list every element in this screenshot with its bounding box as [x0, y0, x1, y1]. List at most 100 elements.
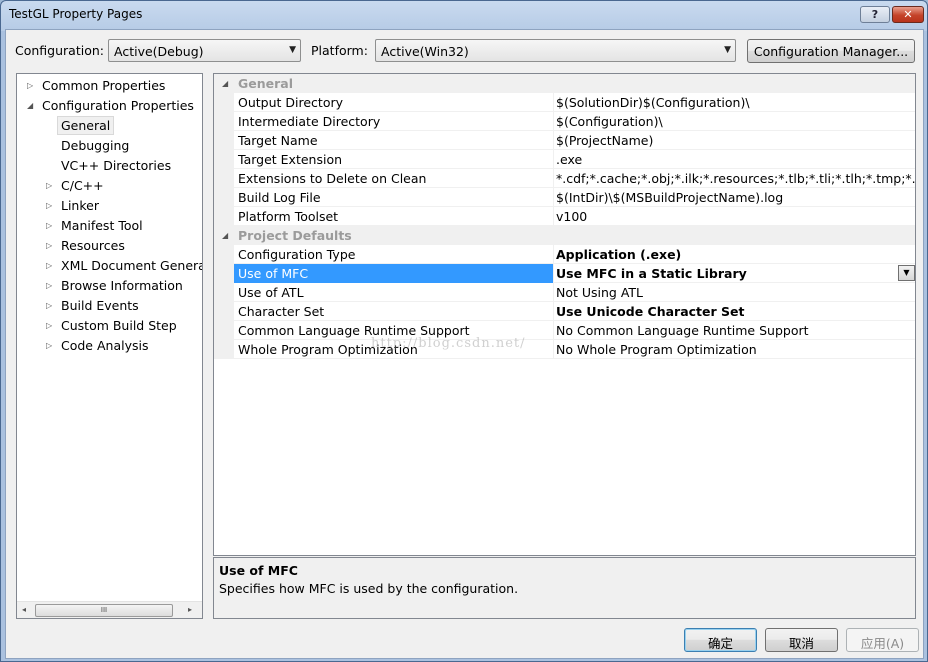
tree-item-label: XML Document Generat — [61, 258, 203, 273]
tree-item[interactable]: ▷ Custom Build Step — [46, 316, 177, 335]
scroll-right-icon[interactable]: ▸ — [188, 605, 192, 614]
tree-item[interactable]: ▷ Resources — [46, 236, 125, 255]
property-name: Character Set — [238, 304, 325, 319]
expand-icon[interactable]: ▷ — [46, 201, 52, 210]
property-name: Output Directory — [238, 95, 344, 110]
row-gutter — [214, 93, 234, 112]
property-grid[interactable]: ◢ General Output Directory $(SolutionDir)$(… — [213, 73, 916, 556]
property-value[interactable]: Application (.exe) — [556, 247, 681, 262]
tree-item-label: Debugging — [61, 138, 130, 153]
tree-item[interactable]: ▷ Code Analysis — [46, 336, 149, 355]
ok-button[interactable]: 确定 — [684, 628, 757, 652]
tree-item[interactable]: ▷ Browse Information — [46, 276, 183, 295]
property-name: Intermediate Directory — [238, 114, 381, 129]
expand-icon[interactable]: ▷ — [46, 181, 52, 190]
tree-item[interactable]: ▷ Manifest Tool — [46, 216, 143, 235]
property-row[interactable]: Whole Program Optimization No Whole Progr… — [214, 340, 915, 359]
property-value[interactable]: Not Using ATL — [556, 285, 643, 300]
tree-item-label: Code Analysis — [61, 338, 149, 353]
property-value[interactable]: No Whole Program Optimization — [556, 342, 757, 357]
expand-icon[interactable]: ▷ — [46, 341, 52, 350]
property-row[interactable]: Platform Toolset v100 — [214, 207, 915, 226]
tree-horizontal-scrollbar[interactable]: ◂ III ▸ — [17, 601, 202, 618]
property-row[interactable]: Intermediate Directory $(Configuration)\ — [214, 112, 915, 131]
property-value[interactable]: v100 — [556, 209, 587, 224]
tree-item[interactable]: Debugging — [61, 136, 129, 155]
configuration-manager-button[interactable]: Configuration Manager... — [747, 39, 915, 63]
tree-item[interactable]: ▷ Common Properties — [27, 76, 165, 95]
category-row[interactable]: ◢ General — [214, 74, 915, 93]
cancel-button[interactable]: 取消 — [765, 628, 838, 652]
row-gutter — [214, 150, 234, 169]
property-value[interactable]: .exe — [556, 152, 582, 167]
tree-item-label: C/C++ — [61, 178, 104, 193]
property-row[interactable]: Target Name $(ProjectName) — [214, 131, 915, 150]
property-name: Extensions to Delete on Clean — [238, 171, 427, 186]
scrollbar-thumb[interactable]: III — [35, 604, 173, 617]
column-separator — [553, 188, 554, 207]
title-bar[interactable]: TestGL Property Pages ? ✕ — [1, 1, 927, 29]
property-row[interactable]: Use of ATL Not Using ATL — [214, 283, 915, 302]
property-row[interactable]: Target Extension .exe — [214, 150, 915, 169]
configuration-label: Configuration: — [15, 43, 104, 58]
tree-item[interactable]: ▷ Build Events — [46, 296, 139, 315]
property-value[interactable]: $(SolutionDir)$(Configuration)\ — [556, 95, 750, 110]
collapse-icon[interactable]: ◢ — [222, 231, 228, 240]
property-value[interactable]: No Common Language Runtime Support — [556, 323, 809, 338]
tree-item[interactable]: VC++ Directories — [61, 156, 171, 175]
window-title: TestGL Property Pages — [9, 7, 143, 21]
property-name: Platform Toolset — [238, 209, 339, 224]
tree-item-label: Resources — [61, 238, 125, 253]
tree-item[interactable]: ▷ C/C++ — [46, 176, 104, 195]
property-row[interactable]: Extensions to Delete on Clean *.cdf;*.cac… — [214, 169, 915, 188]
tree-item-label: Configuration Properties — [42, 98, 194, 113]
tree-item[interactable]: General — [57, 116, 115, 135]
property-value[interactable]: $(ProjectName) — [556, 133, 653, 148]
chevron-down-icon[interactable]: ▼ — [898, 265, 915, 281]
property-value[interactable]: $(IntDir)\$(MSBuildProjectName).log — [556, 190, 783, 205]
column-separator — [553, 264, 554, 283]
collapse-icon[interactable]: ◢ — [27, 101, 33, 110]
configuration-combo[interactable]: Active(Debug) ▼ — [108, 39, 301, 62]
expand-icon[interactable]: ▷ — [46, 301, 52, 310]
expand-icon[interactable]: ▷ — [46, 241, 52, 250]
property-row[interactable]: Use of MFC Use MFC in a Static Library ▼ — [214, 264, 915, 283]
expand-icon[interactable]: ▷ — [46, 321, 52, 330]
property-value[interactable]: Use MFC in a Static Library — [556, 266, 747, 281]
column-separator — [553, 340, 554, 359]
category-row[interactable]: ◢ Project Defaults — [214, 226, 915, 245]
help-button[interactable]: ? — [860, 6, 890, 23]
property-row[interactable]: Common Language Runtime Support No Common… — [214, 321, 915, 340]
property-name: Use of ATL — [238, 285, 304, 300]
property-row[interactable]: Configuration Type Application (.exe) — [214, 245, 915, 264]
property-name: Use of MFC — [234, 264, 554, 283]
column-separator — [553, 131, 554, 150]
row-gutter — [214, 112, 234, 131]
property-row[interactable]: Build Log File $(IntDir)\$(MSBuildProject… — [214, 188, 915, 207]
property-row[interactable]: Character Set Use Unicode Character Set — [214, 302, 915, 321]
platform-combo[interactable]: Active(Win32) ▼ — [375, 39, 736, 62]
property-name: Configuration Type — [238, 247, 356, 262]
property-row[interactable]: Output Directory $(SolutionDir)$(Configur… — [214, 93, 915, 112]
tree-item-label: Build Events — [61, 298, 139, 313]
tree-item[interactable]: ▷ XML Document Generat — [46, 256, 203, 275]
column-separator — [553, 169, 554, 188]
scroll-left-icon[interactable]: ◂ — [22, 605, 26, 614]
tree-item-label: Linker — [61, 198, 99, 213]
column-separator — [553, 207, 554, 226]
collapse-icon[interactable]: ◢ — [222, 79, 228, 88]
property-tree[interactable]: ▷ Common Properties ◢ Configuration Propert… — [16, 73, 203, 619]
row-gutter — [214, 264, 234, 283]
apply-button[interactable]: 应用(A) — [846, 628, 919, 652]
property-value[interactable]: *.cdf;*.cache;*.obj;*.ilk;*.resources;*.… — [556, 171, 915, 186]
property-value[interactable]: $(Configuration)\ — [556, 114, 663, 129]
tree-item-label: Browse Information — [61, 278, 183, 293]
expand-icon[interactable]: ▷ — [46, 281, 52, 290]
expand-icon[interactable]: ▷ — [46, 261, 52, 270]
tree-item[interactable]: ▷ Linker — [46, 196, 99, 215]
close-button[interactable]: ✕ — [892, 6, 924, 23]
property-value[interactable]: Use Unicode Character Set — [556, 304, 744, 319]
expand-icon[interactable]: ▷ — [27, 81, 33, 90]
tree-item[interactable]: ◢ Configuration Properties — [27, 96, 194, 115]
expand-icon[interactable]: ▷ — [46, 221, 52, 230]
